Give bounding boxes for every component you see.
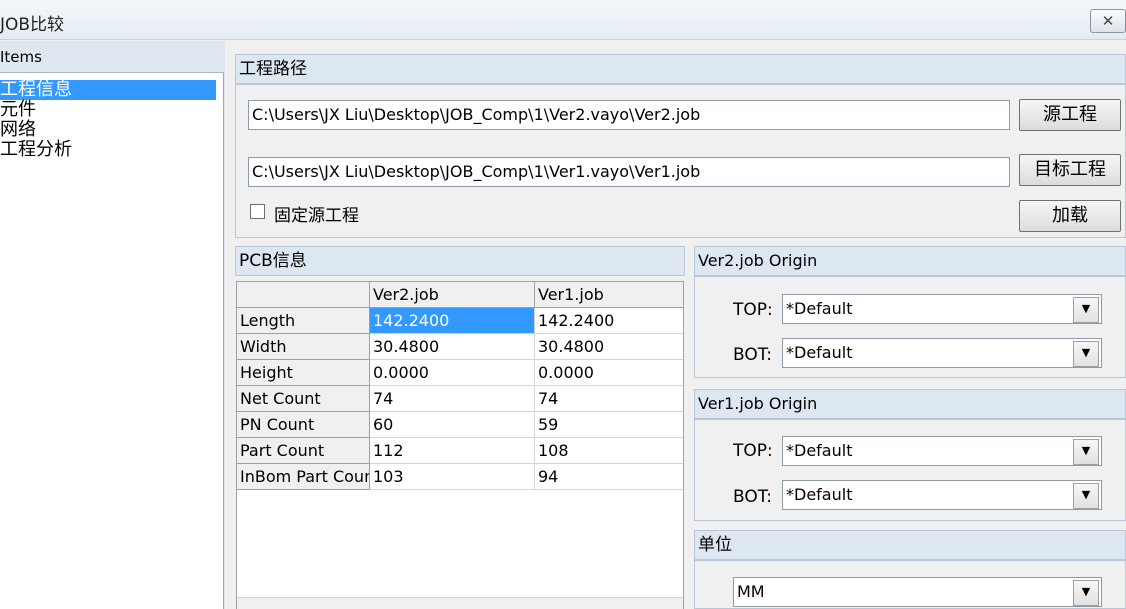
fix-source-checkbox[interactable] [250, 204, 265, 219]
fix-source-label: 固定源工程 [274, 206, 359, 226]
grid-cell[interactable]: 112 [370, 438, 535, 464]
grid-row-header[interactable]: Length [237, 308, 370, 334]
grid-cell[interactable]: 0.0000 [370, 360, 535, 386]
pcb-info-header: PCB信息 [235, 246, 685, 276]
grid-cell[interactable]: 0.0000 [535, 360, 683, 386]
grid-row-header[interactable]: PN Count [237, 412, 370, 438]
chevron-down-icon[interactable]: ▼ [1073, 580, 1099, 606]
grid-cell[interactable]: 108 [535, 438, 683, 464]
grid-cell[interactable]: 59 [535, 412, 683, 438]
sidebar-header: Items [0, 41, 224, 73]
grid-corner [237, 282, 370, 308]
grid-row-header[interactable]: Part Count [237, 438, 370, 464]
load-button[interactable]: 加载 [1019, 200, 1121, 232]
title-bar [0, 0, 1126, 40]
grid-cell[interactable]: 142.2400 [370, 308, 535, 334]
grid-row-header[interactable]: Net Count [237, 386, 370, 412]
ver1-bot-select[interactable]: *Default ▼ [782, 480, 1102, 510]
ver2-origin-header: Ver2.job Origin [694, 246, 1126, 276]
sidebar-item-project-info[interactable]: 工程信息 [0, 80, 216, 100]
grid-row-header[interactable]: Width [237, 334, 370, 360]
grid-cell[interactable]: 74 [370, 386, 535, 412]
ver1-bot-value: *Default [786, 485, 853, 504]
window-title: JOB比较 [0, 15, 65, 35]
target-path-field[interactable]: C:\Users\JX Liu\Desktop\JOB_Comp\1\Ver1.… [248, 157, 1010, 187]
grid-cell[interactable]: 30.4800 [535, 334, 683, 360]
sidebar-item-analysis[interactable]: 工程分析 [0, 140, 216, 160]
grid-row-header[interactable]: InBom Part Count [237, 464, 370, 490]
ver1-origin-header: Ver1.job Origin [694, 389, 1126, 419]
ver2-top-value: *Default [786, 299, 853, 318]
splitter[interactable] [224, 41, 232, 609]
chevron-down-icon[interactable]: ▼ [1073, 341, 1099, 367]
close-button[interactable]: ✕ [1090, 9, 1126, 33]
chevron-down-icon[interactable]: ▼ [1073, 297, 1099, 323]
close-icon: ✕ [1101, 12, 1115, 30]
grid-cell[interactable]: 94 [535, 464, 683, 490]
ver1-bot-label: BOT: [733, 487, 772, 507]
ver1-top-label: TOP: [733, 441, 773, 461]
ver1-top-select[interactable]: *Default ▼ [782, 436, 1102, 466]
ver2-bot-value: *Default [786, 343, 853, 362]
ver2-bot-label: BOT: [733, 345, 772, 365]
ver2-top-label: TOP: [733, 300, 773, 320]
sidebar-item-nets[interactable]: 网络 [0, 120, 216, 140]
chevron-down-icon[interactable]: ▼ [1073, 483, 1099, 509]
unit-value: MM [737, 582, 765, 601]
target-project-button[interactable]: 目标工程 [1019, 154, 1121, 186]
source-project-button[interactable]: 源工程 [1019, 99, 1121, 131]
grid-cell[interactable]: 142.2400 [535, 308, 683, 334]
grid-column-header[interactable]: Ver1.job [535, 282, 683, 308]
grid-cell[interactable]: 74 [535, 386, 683, 412]
ver2-bot-select[interactable]: *Default ▼ [782, 338, 1102, 368]
pcb-info-grid[interactable]: Ver2.job Ver1.job Length 142.2400 142.24… [236, 281, 684, 609]
project-path-header: 工程路径 [235, 54, 1126, 84]
grid-cell[interactable]: 30.4800 [370, 334, 535, 360]
unit-header: 单位 [694, 530, 1126, 560]
grid-column-header[interactable]: Ver2.job [370, 282, 535, 308]
source-path-field[interactable]: C:\Users\JX Liu\Desktop\JOB_Comp\1\Ver2.… [248, 100, 1010, 130]
grid-horizontal-scrollbar[interactable] [237, 597, 683, 609]
chevron-down-icon[interactable]: ▼ [1073, 439, 1099, 465]
grid-row-header[interactable]: Height [237, 360, 370, 386]
grid-cell[interactable]: 103 [370, 464, 535, 490]
ver2-top-select[interactable]: *Default ▼ [782, 294, 1102, 324]
ver1-top-value: *Default [786, 441, 853, 460]
sidebar-item-components[interactable]: 元件 [0, 100, 216, 120]
grid-cell[interactable]: 60 [370, 412, 535, 438]
unit-select[interactable]: MM ▼ [733, 577, 1102, 607]
